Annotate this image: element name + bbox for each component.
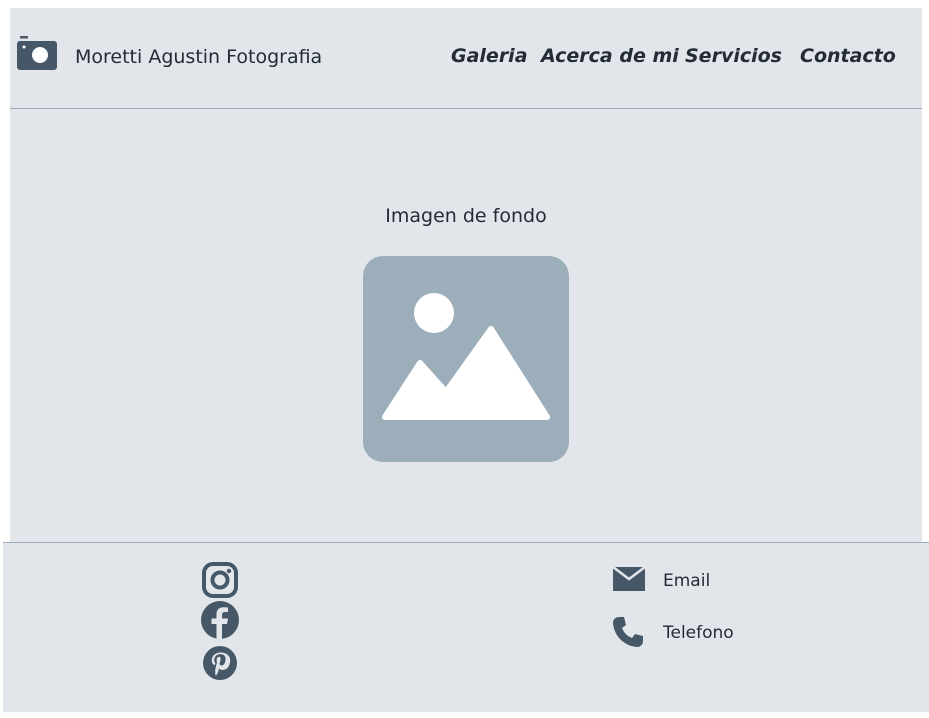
nav-servicios[interactable]: Servicios	[685, 45, 782, 67]
facebook-icon[interactable]	[201, 601, 239, 639]
phone-link[interactable]: Telefono	[663, 623, 734, 643]
phone-icon[interactable]	[611, 615, 645, 649]
hero-section: Imagen de fondo	[10, 109, 922, 542]
background-image-label: Imagen de fondo	[385, 205, 547, 227]
brand-name[interactable]: Moretti Agustin Fotografia	[75, 46, 322, 68]
instagram-icon[interactable]	[201, 561, 239, 599]
email-icon[interactable]	[611, 563, 647, 595]
site-footer: Email Telefono	[3, 542, 929, 712]
email-link[interactable]: Email	[663, 571, 710, 591]
nav-contacto[interactable]: Contacto	[800, 45, 896, 67]
image-placeholder-icon	[363, 256, 569, 462]
nav-galeria[interactable]: Galeria	[451, 45, 528, 67]
nav-acerca-de-mi[interactable]: Acerca de mi	[541, 45, 679, 67]
site-header: Moretti Agustin Fotografia Galeria Acerc…	[10, 8, 922, 109]
pinterest-icon[interactable]	[203, 646, 237, 680]
camera-icon[interactable]	[17, 36, 57, 70]
